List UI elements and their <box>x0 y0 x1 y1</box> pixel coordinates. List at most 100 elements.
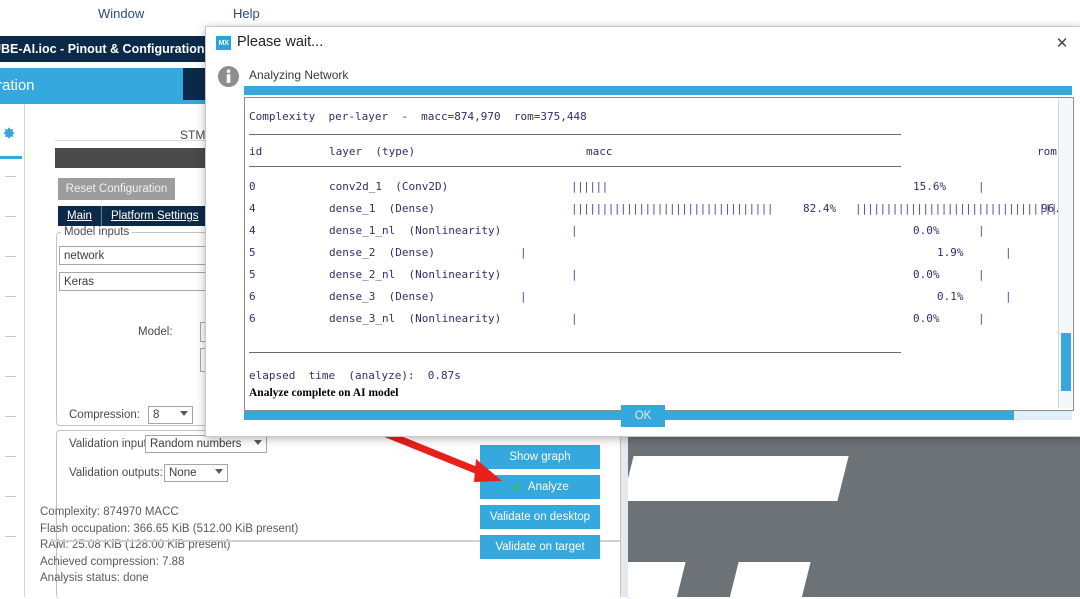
console-row-rom-pct: 0.0% <box>913 224 940 237</box>
console-row-id: 0 <box>249 180 256 193</box>
chevron-down-icon <box>180 411 188 416</box>
console-row-rom-bar: | <box>1005 246 1012 259</box>
menu-item-window[interactable]: Window <box>98 6 144 21</box>
console-row-macc-bar: |||||| <box>571 180 608 193</box>
console-row-rom-bar: | <box>978 268 985 281</box>
console-col-macc: macc <box>586 145 613 158</box>
console-row-macc-bar: | <box>571 312 578 325</box>
left-gutter <box>0 104 24 597</box>
console-row-layer: dense_1_nl (Nonlinearity) <box>329 224 502 237</box>
validate-target-label: Validate on target <box>495 541 585 553</box>
console-col-rom: rom <box>1037 145 1057 158</box>
status-complexity: Complexity: 874970 MACC <box>40 506 179 518</box>
gear-icon[interactable] <box>2 126 16 140</box>
model-label: Model: <box>138 326 173 338</box>
console-complete-message: Analyze complete on AI model <box>249 387 399 399</box>
validate-desktop-label: Validate on desktop <box>489 511 591 523</box>
status-compression: Achieved compression: 7.88 <box>40 555 185 568</box>
stm-header-label: STMi <box>180 128 208 142</box>
chip-graphic-area <box>628 434 1080 597</box>
show-graph-button[interactable]: Show graph <box>480 445 600 469</box>
menu-item-help[interactable]: Help <box>233 6 260 21</box>
console-row-rom-pct: 0.1% <box>937 290 964 303</box>
gutter-divider <box>5 336 16 337</box>
console-rule <box>249 134 901 135</box>
console-row-id: 6 <box>249 290 256 303</box>
compression-label: Compression: <box>69 409 140 421</box>
console-row-macc-bar: ||||||||||||||||||||||||||||||||| <box>571 202 774 215</box>
console-row-rom-bar: | <box>978 180 985 193</box>
console-complexity-header: Complexity per-layer - macc=874,970 rom=… <box>249 110 587 123</box>
app-title: UBE-AI.ioc - Pinout & Configuration <box>0 42 205 56</box>
console-row-id: 4 <box>249 224 256 237</box>
dialog-titlebar: MX Please wait... ✕ <box>206 27 1080 59</box>
console-row-rom-bar: | <box>978 312 985 325</box>
chip-graphic-shape <box>628 562 686 597</box>
console-row-id: 6 <box>249 312 256 325</box>
ok-button[interactable]: OK <box>621 405 665 427</box>
gutter-divider <box>5 536 16 537</box>
analyze-button[interactable]: ✓ Analyze <box>480 475 600 499</box>
gutter-divider <box>5 216 16 217</box>
reset-configuration-button[interactable]: Reset Configuration <box>58 178 175 200</box>
top-progress-fill <box>244 86 1072 95</box>
gutter-divider <box>5 376 16 377</box>
model-inputs-legend: Model inputs <box>61 226 133 238</box>
gutter-accent-line <box>0 156 22 159</box>
gutter-divider <box>5 296 16 297</box>
tab-main-label: Main <box>67 210 92 222</box>
console-rule <box>249 166 901 167</box>
console-row-rom-bar: | <box>978 224 985 237</box>
please-wait-dialog: MX Please wait... ✕ Analyzing Network Co… <box>205 26 1080 437</box>
console-row-macc-pct: 82.4% <box>803 202 837 215</box>
console-row-macc-bar: | <box>571 224 578 237</box>
dialog-title: Please wait... <box>237 34 324 50</box>
console-row-layer: conv2d_1 (Conv2D) <box>329 180 449 193</box>
console-row-id: 5 <box>249 268 256 281</box>
console-row-layer: dense_3 (Dense) <box>329 290 435 303</box>
validation-outputs-label: Validation outputs: <box>69 467 163 479</box>
console-row-rom-pct: 15.6% <box>913 180 947 193</box>
compression-select[interactable]: 8 <box>148 406 193 424</box>
info-icon <box>217 65 240 88</box>
chevron-down-icon <box>254 440 262 445</box>
console-row-layer: dense_3_nl (Nonlinearity) <box>329 312 502 325</box>
top-progress-bar <box>244 86 1072 95</box>
console-row-layer: dense_1 (Dense) <box>329 202 435 215</box>
console-row-macc-bar: | <box>571 268 578 281</box>
chevron-down-icon <box>215 469 223 474</box>
validate-on-desktop-button[interactable]: Validate on desktop <box>480 505 600 529</box>
console-row-layer: dense_2 (Dense) <box>329 246 435 259</box>
dialog-subtitle: Analyzing Network <box>249 68 349 82</box>
console-row-rom-pct: 0.0% <box>913 312 940 325</box>
gutter-divider <box>5 256 16 257</box>
gutter-divider <box>5 416 16 417</box>
console-col-layer: layer (type) <box>329 145 416 158</box>
compression-value: 8 <box>153 409 160 421</box>
validate-on-target-button[interactable]: Validate on target <box>480 535 600 559</box>
show-graph-label: Show graph <box>509 451 571 463</box>
console-scrollbar[interactable] <box>1058 98 1073 408</box>
chip-graphic-shape <box>727 562 811 597</box>
console-row-rom-pct: 1.9% <box>937 246 964 259</box>
analyze-label: Analyze <box>527 481 569 493</box>
console-row-rom-pct: 0.0% <box>913 268 940 281</box>
validation-outputs-select[interactable]: None <box>164 464 228 482</box>
console-content: Complexity per-layer - macc=874,970 rom=… <box>245 98 1073 410</box>
validation-inputs-select[interactable]: Random numbers <box>145 435 267 453</box>
close-icon[interactable]: ✕ <box>1051 33 1073 53</box>
gutter-divider <box>5 496 16 497</box>
console-row-id: 4 <box>249 202 256 215</box>
console-row-macc-bar: | <box>520 290 527 303</box>
validation-inputs-label: Validation inputs: <box>69 438 156 450</box>
tab-main[interactable]: Main <box>58 206 102 226</box>
gutter-divider <box>5 456 16 457</box>
menu-bar: Window Help <box>0 0 1080 28</box>
validation-inputs-value: Random numbers <box>150 438 242 450</box>
chip-graphic-shape <box>628 456 849 501</box>
console-rule <box>249 352 901 353</box>
tab-platform-settings-label: Platform Settings <box>110 210 199 222</box>
analysis-console[interactable]: Complexity per-layer - macc=874,970 rom=… <box>244 97 1074 411</box>
console-scrollbar-thumb[interactable] <box>1061 333 1071 391</box>
tab-platform-settings[interactable]: Platform Settings <box>101 206 209 226</box>
